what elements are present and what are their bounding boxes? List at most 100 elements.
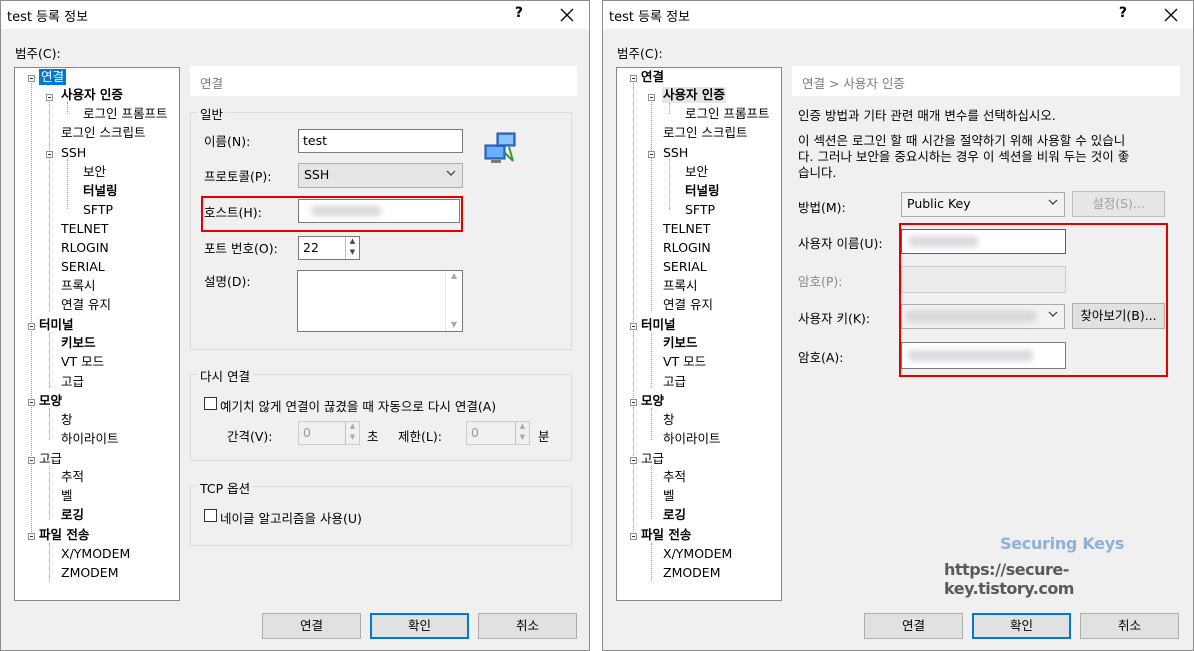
method-select[interactable]: Public Key [901, 192, 1065, 217]
tree-item-window[interactable]: 창 [663, 412, 675, 428]
cancel-button[interactable]: 취소 [1080, 613, 1179, 639]
connect-button[interactable]: 연결 [864, 613, 963, 639]
tree-item-file-transfer[interactable]: 파일 전송 [39, 527, 89, 543]
tree-item-ssh[interactable]: SSH [61, 145, 86, 161]
tree-item-proxy[interactable]: 프록시 [663, 278, 698, 294]
interval-input[interactable]: 0 ▲ ▼ [298, 421, 360, 445]
limit-input[interactable]: 0 ▲ ▼ [466, 421, 530, 445]
tree-item-xymodem[interactable]: X/YMODEM [663, 546, 732, 562]
close-icon[interactable] [557, 5, 577, 25]
tree-item-login-prompt[interactable]: 로그인 프롬프트 [83, 106, 167, 122]
tree-item-advanced[interactable]: 고급 [39, 451, 62, 467]
tree-item-security[interactable]: 보안 [685, 164, 708, 180]
tree-item-highlight[interactable]: 하이라이트 [663, 431, 721, 447]
interval-spinner[interactable]: ▲ ▼ [345, 422, 359, 444]
port-label: 포트 번호(O): [204, 241, 278, 256]
passphrase-input[interactable] [901, 342, 1066, 369]
tree-item-keepalive[interactable]: 연결 유지 [61, 297, 111, 313]
tree-item-zmodem[interactable]: ZMODEM [61, 565, 119, 581]
help-button[interactable]: ? [1119, 5, 1127, 21]
tree-item-tunneling[interactable]: 터널링 [685, 183, 720, 199]
tree-item-telnet[interactable]: TELNET [663, 221, 710, 237]
tree-item-security[interactable]: 보안 [83, 164, 106, 180]
tree-item-connection[interactable]: 연결 [641, 69, 664, 85]
auth-description-line4: 습니다. [798, 165, 837, 180]
nagle-checkbox[interactable] [204, 509, 217, 522]
limit-label: 제한(L): [398, 429, 442, 444]
user-key-select[interactable] [901, 304, 1065, 329]
tree-item-highlight[interactable]: 하이라이트 [61, 431, 119, 447]
tree-item-keyboard[interactable]: 키보드 [663, 335, 698, 351]
tree-item-advanced[interactable]: 고급 [641, 451, 664, 467]
tree-item-terminal-advanced[interactable]: 고급 [61, 374, 84, 390]
tree-item-appearance[interactable]: 모양 [39, 393, 62, 409]
tree-item-user-auth[interactable]: 사용자 인증 [61, 87, 123, 103]
help-button[interactable]: ? [515, 5, 523, 21]
chevron-down-icon [1048, 199, 1058, 205]
panel-header-text: 연결 > 사용자 인증 [802, 76, 905, 91]
tree-item-logging[interactable]: 로깅 [61, 507, 84, 523]
tree-item-rlogin[interactable]: RLOGIN [61, 240, 109, 256]
tree-item-login-script[interactable]: 로그인 스크립트 [663, 125, 747, 141]
protocol-value: SSH [304, 167, 330, 182]
ok-button[interactable]: 확인 [370, 613, 469, 639]
tree-item-xymodem[interactable]: X/YMODEM [61, 546, 130, 562]
tree-item-file-transfer[interactable]: 파일 전송 [641, 527, 691, 543]
tree-item-login-script[interactable]: 로그인 스크립트 [61, 125, 145, 141]
tree-item-proxy[interactable]: 프록시 [61, 278, 96, 294]
window-title: test 등록 정보 [609, 10, 691, 25]
tree-item-vt-mode[interactable]: VT 모드 [663, 354, 706, 370]
username-input[interactable] [901, 229, 1066, 254]
tree-item-trace[interactable]: 추적 [663, 469, 686, 485]
category-tree[interactable]: 연결 사용자 인증 로그인 프롬프트 로그인 스크립트 SSH 보안 터널링 S… [14, 67, 180, 601]
left-dialog: test 등록 정보 ? 범주(C): 연결 사용자 인증 로그인 프롬프트 로… [0, 0, 590, 651]
tree-item-bell[interactable]: 벨 [61, 488, 73, 504]
close-icon[interactable] [1161, 5, 1181, 25]
tree-item-telnet[interactable]: TELNET [61, 221, 108, 237]
panel-header: 연결 > 사용자 인증 [792, 66, 1180, 96]
connect-button[interactable]: 연결 [262, 613, 361, 639]
description-textarea[interactable]: ▲ ▼ [297, 270, 463, 332]
tree-item-logging[interactable]: 로깅 [663, 507, 686, 523]
category-label: 범주(C): [617, 46, 663, 61]
tree-item-terminal[interactable]: 터미널 [641, 317, 676, 333]
category-tree[interactable]: 연결 사용자 인증 로그인 프롬프트 로그인 스크립트 SSH 보안 터널링 S… [616, 67, 782, 601]
tree-item-login-prompt[interactable]: 로그인 프롬프트 [685, 106, 769, 122]
tree-item-sftp[interactable]: SFTP [83, 202, 113, 218]
tree-item-sftp[interactable]: SFTP [685, 202, 715, 218]
tree-item-vt-mode[interactable]: VT 모드 [61, 354, 104, 370]
tree-item-terminal[interactable]: 터미널 [39, 317, 74, 333]
tree-item-connection[interactable]: 연결 [39, 69, 67, 85]
limit-spinner[interactable]: ▲ ▼ [515, 422, 529, 444]
interval-label: 간격(V): [227, 429, 273, 444]
tree-item-serial[interactable]: SERIAL [663, 259, 707, 275]
tree-item-keyboard[interactable]: 키보드 [61, 335, 96, 351]
cancel-button[interactable]: 취소 [478, 613, 577, 639]
tree-item-window[interactable]: 창 [61, 412, 73, 428]
browse-button[interactable]: 찾아보기(B)... [1072, 303, 1165, 329]
tree-item-serial[interactable]: SERIAL [61, 259, 105, 275]
protocol-select[interactable]: SSH [298, 163, 463, 188]
description-scrollbar[interactable]: ▲ ▼ [445, 271, 462, 331]
tree-item-rlogin[interactable]: RLOGIN [663, 240, 711, 256]
protocol-label: 프로토콜(P): [204, 169, 272, 184]
name-input[interactable]: test [298, 129, 463, 153]
tree-item-trace[interactable]: 추적 [61, 469, 84, 485]
port-spinner[interactable]: ▲ ▼ [345, 237, 359, 259]
password-input[interactable] [901, 266, 1066, 293]
tree-item-terminal-advanced[interactable]: 고급 [663, 374, 686, 390]
watermark-title: Securing Keys [1000, 534, 1125, 553]
tree-item-zmodem[interactable]: ZMODEM [663, 565, 721, 581]
tree-item-user-auth[interactable]: 사용자 인증 [662, 87, 726, 103]
passphrase-label: 암호(A): [798, 350, 844, 365]
tree-item-keepalive[interactable]: 연결 유지 [663, 297, 713, 313]
tree-item-bell[interactable]: 벨 [663, 488, 675, 504]
tree-item-appearance[interactable]: 모양 [641, 393, 664, 409]
tree-item-ssh[interactable]: SSH [663, 145, 688, 161]
port-input[interactable]: 22 ▲ ▼ [298, 236, 360, 260]
tree-item-tunneling[interactable]: 터널링 [83, 183, 118, 199]
settings-button[interactable]: 설정(S)... [1072, 191, 1165, 217]
reconnect-checkbox[interactable] [204, 397, 217, 410]
ok-button[interactable]: 확인 [972, 613, 1071, 639]
method-value: Public Key [907, 196, 971, 211]
